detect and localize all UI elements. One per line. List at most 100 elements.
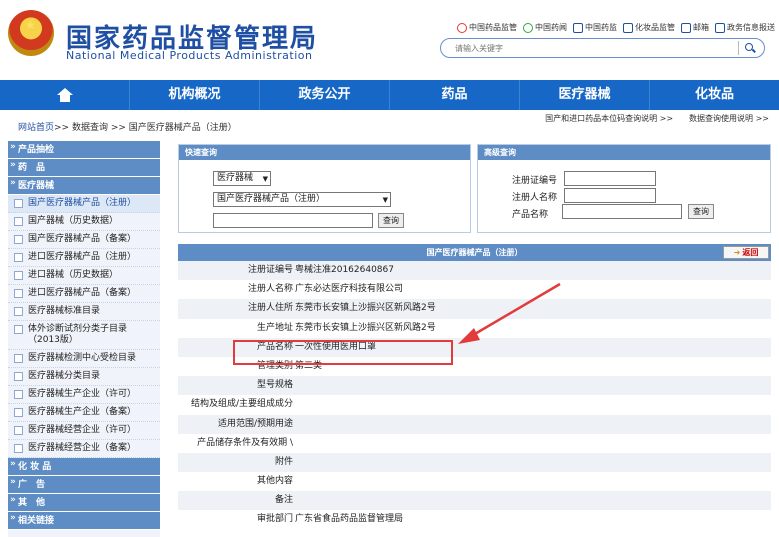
row-key: 附件 (274, 456, 293, 467)
quick-query-input[interactable] (213, 213, 373, 228)
row-value (293, 415, 295, 434)
sidebar-item-classification[interactable]: 医疗器械分类目录 (8, 368, 160, 386)
row-value: 东莞市长安镇上沙振兴区新风路2号 (295, 322, 436, 333)
row-value (293, 491, 295, 510)
nav-gov[interactable]: 政务公开 (260, 80, 390, 110)
row-value (293, 453, 295, 472)
row-key: 生产地址 (256, 322, 293, 333)
row-value (293, 434, 295, 453)
top-links: 中国药品监管 中国药闻 中国药监 化妆品监管 邮箱 政务信息报送 (457, 22, 775, 33)
phone-icon (623, 22, 633, 33)
sidebar-section-links[interactable]: 相关链接 (8, 509, 160, 530)
chevron-down-icon: ▼ (262, 175, 268, 183)
row-key: 注册人名称 (247, 284, 293, 295)
search-icon[interactable] (738, 41, 760, 55)
sidebar-section-cosmetics[interactable]: 化 妆 品 (8, 455, 160, 476)
breadcrumb: 网站首页>> 数据查询 >> 国产医疗器械产品（注册） (18, 120, 237, 133)
sidebar-item-domestic-filed[interactable]: 国产医疗器械产品（备案） (8, 231, 160, 249)
nav-device[interactable]: 医疗器械 (520, 80, 650, 110)
row-value (293, 395, 295, 414)
help-link-drugcode[interactable]: 国产和进口药品本位码查询说明 >> (545, 113, 673, 124)
sidebar-section-ads[interactable]: 广 告 (8, 473, 160, 494)
sidebar-item-standards[interactable]: 医疗器械标准目录 (8, 303, 160, 321)
national-emblem-logo: ★ (8, 10, 54, 56)
reg-number-field[interactable] (564, 171, 656, 186)
row-key: 其他内容 (256, 476, 293, 487)
wechat-icon (523, 22, 533, 33)
toplink-wechat[interactable]: 中国药闻 (523, 22, 567, 33)
sidebar-section-drugs[interactable]: 药 品 (8, 156, 160, 177)
row-key: 审批部门 (256, 514, 293, 525)
table-row: 产品储存条件及有效期 \ (178, 434, 771, 453)
sidebar-item-test-center[interactable]: 医疗器械检测中心受检目录 (8, 350, 160, 368)
row-key: 注册证编号 (247, 265, 293, 275)
sidebar-item-dist-license[interactable]: 医疗器械经营企业（许可） (8, 422, 160, 440)
row-key: 注册人住所 (247, 303, 293, 314)
breadcrumb-home[interactable]: 网站首页 (18, 123, 54, 133)
sidebar-item-import-registered[interactable]: 进口医疗器械产品（注册） (8, 249, 160, 267)
sidebar-item-import-history[interactable]: 进口器械（历史数据） (8, 267, 160, 285)
chevron-down-icon: ▼ (382, 196, 388, 204)
sidebar-section-other[interactable]: 其 他 (8, 491, 160, 512)
row-key: 型号规格 (256, 380, 293, 391)
sidebar-item-mfr-license[interactable]: 医疗器械生产企业（许可） (8, 386, 160, 404)
row-value (293, 472, 295, 491)
row-value: 东莞市长安镇上沙振兴区新风路2号 (295, 303, 436, 314)
site-subtitle: National Medical Products Administration (66, 49, 313, 62)
back-button[interactable]: 返回 (723, 246, 769, 259)
help-links: 国产和进口药品本位码查询说明 >> 数据查询使用说明 >> (545, 113, 769, 124)
search-input[interactable] (455, 39, 745, 57)
highlight-box (233, 340, 453, 365)
database-select[interactable]: 国产医疗器械产品（注册） ▼ (213, 192, 391, 207)
row-key: 备注 (274, 495, 293, 506)
quick-query-button[interactable]: 查询 (378, 213, 404, 228)
toplink-weibo[interactable]: 中国药品监管 (457, 22, 517, 33)
toplink-app[interactable]: 中国药监 (573, 22, 617, 33)
reg-number-label: 注册证编号 (512, 176, 558, 186)
table-row: 注册证编号 粤械注准20162640867 (178, 261, 771, 281)
nav-drug[interactable]: 药品 (390, 80, 520, 110)
row-value (293, 376, 295, 395)
nav-cosmetic[interactable]: 化妆品 (650, 80, 779, 110)
site-search (440, 38, 765, 58)
table-row: 型号规格 (178, 376, 771, 396)
sidebar-item-dist-filed[interactable]: 医疗器械经营企业（备案） (8, 440, 160, 458)
mail-icon (681, 22, 691, 33)
sidebar-section-sampling[interactable]: 产品抽检 (8, 138, 160, 159)
advanced-query-panel: 高级查询 注册证编号 注册人名称 产品名称 查询 (477, 144, 771, 233)
sidebar-item-mfr-filed[interactable]: 医疗器械生产企业（备案） (8, 404, 160, 422)
monitor-icon (715, 22, 725, 33)
sidebar-section-devices[interactable]: 医疗器械 (8, 174, 160, 195)
row-value: 广东省食品药品监督管理局 (295, 514, 404, 525)
help-link-usage[interactable]: 数据查询使用说明 >> (689, 113, 769, 124)
toplink-report[interactable]: 政务信息报送 (715, 22, 775, 33)
sidebar-item-domestic-history[interactable]: 国产器械（历史数据） (8, 213, 160, 231)
registrant-field[interactable] (564, 188, 656, 203)
sidebar-item-domestic-registered[interactable]: 国产医疗器械产品（注册） (8, 195, 160, 213)
row-key: 结构及组成/主要组成成分 (190, 399, 293, 410)
sidebar-item-ivd-catalog[interactable]: 体外诊断试剂分类子目录（2013版） (8, 321, 160, 350)
annotation-arrow (458, 282, 561, 344)
advanced-query-button[interactable]: 查询 (688, 204, 714, 219)
product-name-field[interactable] (562, 204, 682, 219)
home-icon (56, 87, 73, 102)
site-header: ★ 国家药品监督管理局 National Medical Products Ad… (0, 0, 779, 80)
product-name-label: 产品名称 (512, 210, 549, 220)
table-row: 备注 (178, 491, 771, 511)
row-key: 适用范围/预期用途 (217, 418, 293, 429)
main-nav: 机构概况 政务公开 药品 医疗器械 化妆品 (0, 80, 779, 110)
registrant-label: 注册人名称 (512, 193, 558, 203)
category-select[interactable]: 医疗器械 ▼ (213, 171, 271, 186)
table-row: 附件 (178, 452, 771, 473)
nav-org[interactable]: 机构概况 (130, 80, 260, 110)
toplink-cosmetics[interactable]: 化妆品监管 (623, 22, 675, 33)
sidebar-item-import-filed[interactable]: 进口医疗器械产品（备案） (8, 285, 160, 303)
weibo-icon (457, 22, 467, 33)
row-key: 产品储存条件及有效期 \ (197, 437, 293, 448)
advanced-query-title: 高级查询 (478, 145, 770, 160)
nav-home[interactable] (0, 80, 130, 110)
table-row: 适用范围/预期用途 (178, 414, 771, 434)
table-row: 审批部门 广东省食品药品监督管理局 (178, 510, 771, 529)
toplink-mail[interactable]: 邮箱 (681, 22, 709, 33)
table-row: 其他内容 (178, 472, 771, 491)
